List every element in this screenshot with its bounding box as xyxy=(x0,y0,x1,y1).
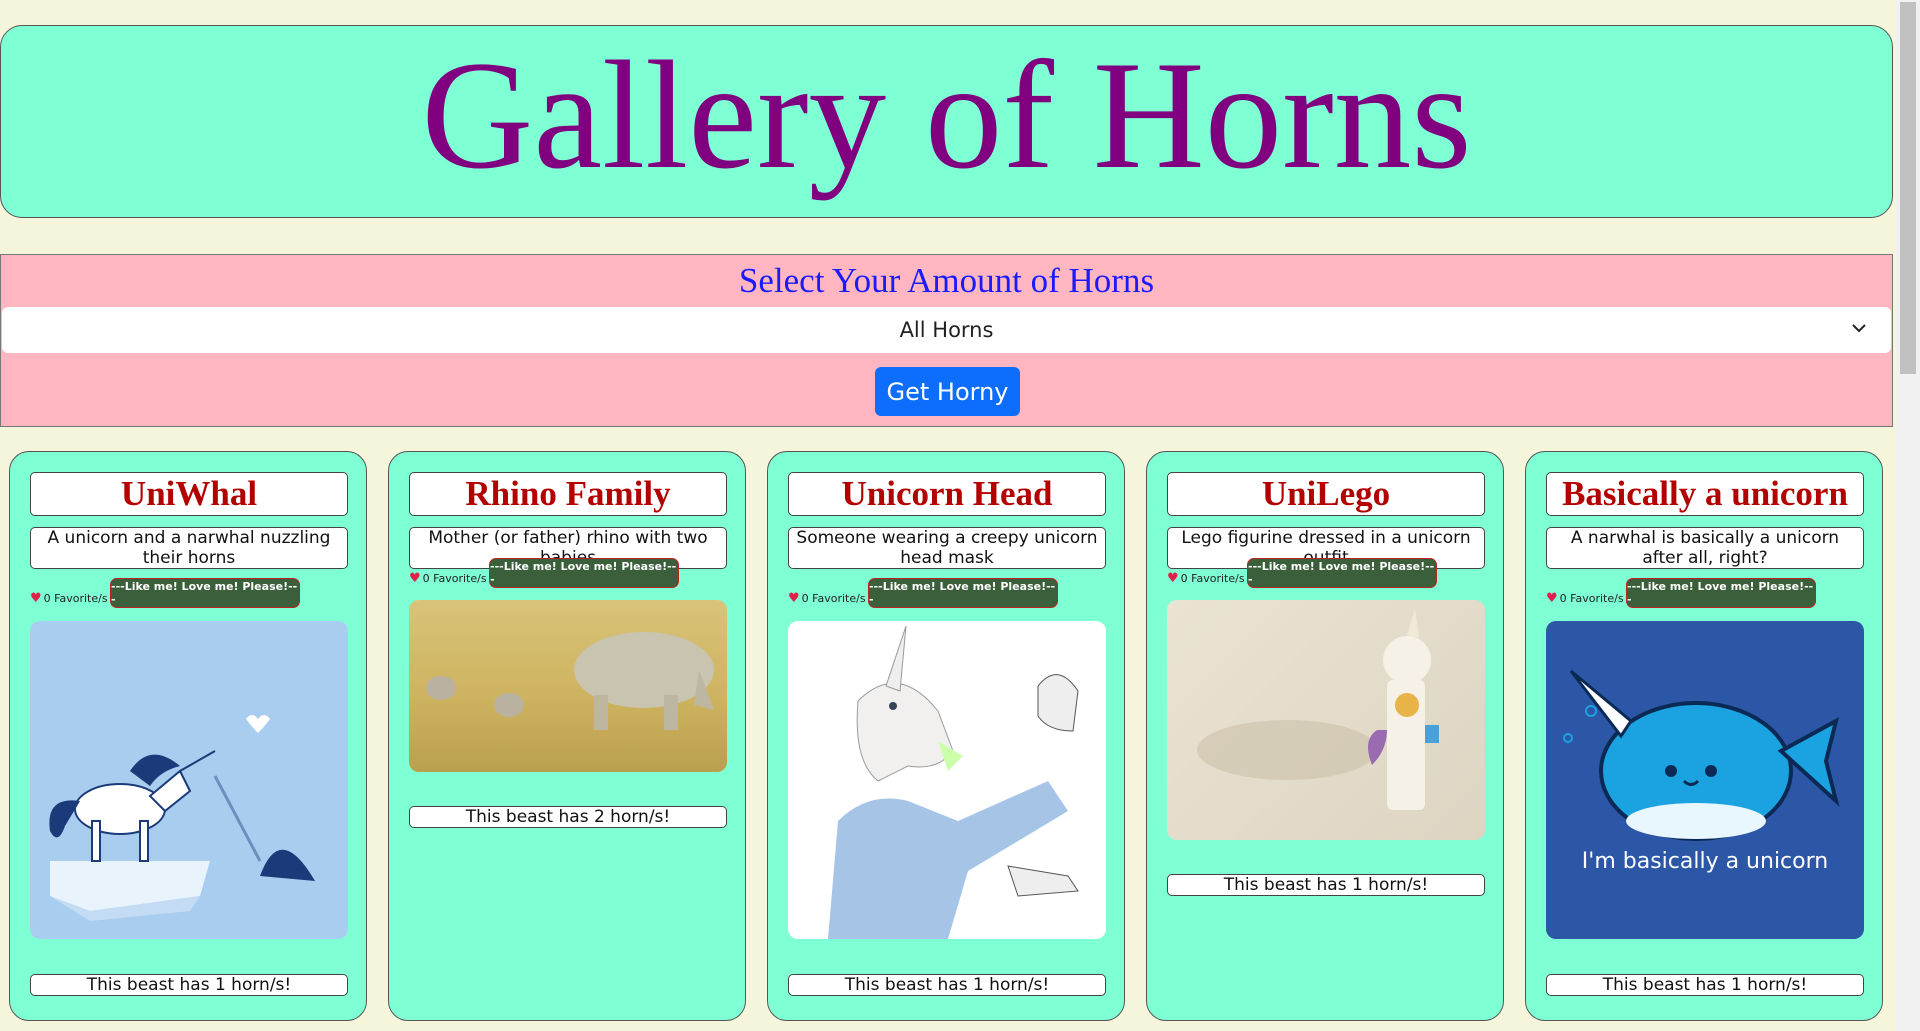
unicorn-mask-photo-icon xyxy=(828,625,1079,939)
horn-count-text: This beast has 1 horn/s! xyxy=(1546,974,1864,996)
page-scrollbar[interactable] xyxy=(1896,0,1920,1031)
heart-icon: ♥ xyxy=(30,591,42,606)
beast-card: Basically a unicorn A narwhal is basical… xyxy=(1525,451,1883,1021)
favorites-label: 0 Favorite/s xyxy=(1180,572,1245,585)
horn-count-text: This beast has 1 horn/s! xyxy=(788,974,1106,996)
favorites-label: 0 Favorite/s xyxy=(801,592,866,605)
card-title: UniLego xyxy=(1167,472,1485,516)
beast-card: Rhino Family Mother (or father) rhino wi… xyxy=(388,451,746,1021)
card-title: Unicorn Head xyxy=(788,472,1106,516)
like-button[interactable]: ---Like me! Love me! Please!--- xyxy=(1247,558,1437,588)
favorites-count: ♥ 0 Favorite/s xyxy=(30,591,108,606)
beast-card: UniLego Lego figurine dressed in a unico… xyxy=(1146,451,1504,1021)
horn-count-text: This beast has 2 horn/s! xyxy=(409,806,727,828)
favorites-label: 0 Favorite/s xyxy=(1559,592,1624,605)
like-button[interactable]: ---Like me! Love me! Please!--- xyxy=(489,558,679,588)
card-image[interactable] xyxy=(409,600,727,772)
heart-icon: ♥ xyxy=(1167,571,1179,586)
horn-count-select[interactable]: All Horns xyxy=(2,307,1891,353)
beast-card: UniWhal A unicorn and a narwhal nuzzling… xyxy=(9,451,367,1021)
card-description: Someone wearing a creepy unicorn head ma… xyxy=(788,527,1106,569)
page-header: Gallery of Horns xyxy=(0,25,1893,218)
unicorn-narwhal-illustration-icon xyxy=(49,715,315,921)
narwhal-cartoon-icon xyxy=(1563,669,1840,841)
horn-filter-form: Select Your Amount of Horns All Horns Ge… xyxy=(0,254,1893,427)
card-title: Rhino Family xyxy=(409,472,727,516)
card-title: UniWhal xyxy=(30,472,348,516)
card-image[interactable] xyxy=(788,621,1106,939)
card-description: A narwhal is basically a unicorn after a… xyxy=(1546,527,1864,569)
horn-count-text: This beast has 1 horn/s! xyxy=(30,974,348,996)
horn-count-select-value: All Horns xyxy=(899,318,994,342)
favorites-count: ♥ 0 Favorite/s xyxy=(1167,571,1245,586)
filter-label: Select Your Amount of Horns xyxy=(738,261,1155,300)
horn-count-text: This beast has 1 horn/s! xyxy=(1167,874,1485,896)
lego-unicorn-photo-icon xyxy=(1197,608,1439,810)
card-image[interactable] xyxy=(30,621,348,939)
like-button[interactable]: ---Like me! Love me! Please!--- xyxy=(868,578,1058,608)
scrollbar-thumb[interactable] xyxy=(1900,2,1916,374)
favorites-label: 0 Favorite/s xyxy=(422,572,487,585)
card-image[interactable]: I'm basically a unicorn xyxy=(1546,621,1864,939)
like-button[interactable]: ---Like me! Love me! Please!--- xyxy=(110,578,300,608)
favorites-count: ♥ 0 Favorite/s xyxy=(409,571,487,586)
get-horny-button[interactable]: Get Horny xyxy=(875,367,1020,416)
heart-icon: ♥ xyxy=(1546,591,1558,606)
card-description: A unicorn and a narwhal nuzzling their h… xyxy=(30,527,348,569)
like-button[interactable]: ---Like me! Love me! Please!--- xyxy=(1626,578,1816,608)
chevron-down-icon xyxy=(1852,324,1866,333)
heart-icon: ♥ xyxy=(788,591,800,606)
page-title: Gallery of Horns xyxy=(421,29,1472,201)
favorites-count: ♥ 0 Favorite/s xyxy=(1546,591,1624,606)
card-image[interactable] xyxy=(1167,600,1485,840)
heart-icon: ♥ xyxy=(409,571,421,586)
image-caption: I'm basically a unicorn xyxy=(1581,849,1829,874)
favorites-count: ♥ 0 Favorite/s xyxy=(788,591,866,606)
rhino-family-photo-icon xyxy=(426,632,714,730)
beast-card: Unicorn Head Someone wearing a creepy un… xyxy=(767,451,1125,1021)
card-title: Basically a unicorn xyxy=(1546,472,1864,516)
favorites-label: 0 Favorite/s xyxy=(43,592,108,605)
